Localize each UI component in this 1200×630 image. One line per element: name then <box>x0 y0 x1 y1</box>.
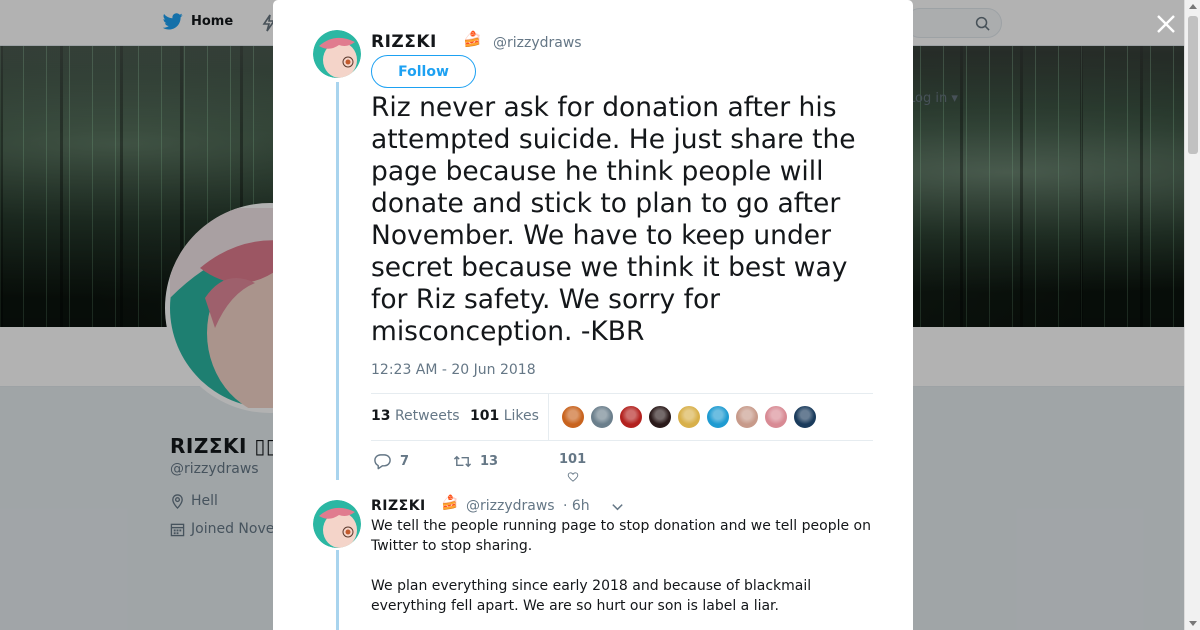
reply-author-name[interactable]: RIZΣKI <box>371 498 426 514</box>
heart-icon <box>567 472 578 482</box>
scroll-down-arrow-icon[interactable] <box>1189 621 1197 626</box>
tweet-timestamp[interactable]: 12:23 AM - 20 Jun 2018 <box>371 362 536 378</box>
thread-connector-line <box>336 82 339 480</box>
page-scrollbar[interactable] <box>1184 0 1200 630</box>
tweet-permalink-modal: RIZΣKI 🍰 @rizzydraws Follow Riz never as… <box>273 0 913 630</box>
likes-stat[interactable]: 101 Likes <box>470 408 539 424</box>
likes-count: 101 <box>470 408 500 424</box>
likes-label: Likes <box>503 408 539 424</box>
reply-count: 7 <box>400 454 410 469</box>
cake-emoji: 🍰 <box>441 495 459 511</box>
retweets-label: Retweets <box>394 408 460 424</box>
cake-emoji: 🍰 <box>463 30 482 48</box>
liker-avatar[interactable] <box>619 405 643 429</box>
reply-text: We tell the people running page to stop … <box>371 516 881 616</box>
scrollbar-thumb[interactable] <box>1188 16 1198 154</box>
retweets-count: 13 <box>371 408 391 424</box>
liker-avatar[interactable] <box>706 405 730 429</box>
retweet-icon <box>453 455 472 468</box>
like-button[interactable]: 101 <box>559 452 586 483</box>
close-modal-button[interactable] <box>1154 12 1178 36</box>
liker-avatar[interactable] <box>648 405 672 429</box>
stats-divider <box>548 394 549 440</box>
tweet-stats: 13 Retweets 101 Likes <box>371 393 873 441</box>
like-count: 101 <box>559 452 587 467</box>
reply-icon <box>374 454 391 470</box>
avatar-illustration <box>313 500 361 548</box>
close-icon <box>1157 15 1175 33</box>
follow-button[interactable]: Follow <box>371 55 476 88</box>
tweet-action-bar: 7 13 101 <box>371 452 873 482</box>
tweet-author-avatar[interactable] <box>313 30 361 78</box>
retweet-button[interactable]: 13 <box>453 452 498 471</box>
liker-avatar[interactable] <box>677 405 701 429</box>
reply-paragraph: We tell the people running page to stop … <box>371 518 871 554</box>
liker-avatar[interactable] <box>793 405 817 429</box>
tweet-author-handle[interactable]: @rizzydraws <box>493 35 582 51</box>
retweets-stat[interactable]: 13 Retweets <box>371 408 460 424</box>
reply-time[interactable]: · 6h <box>563 498 590 514</box>
reply-paragraph: We plan everything since early 2018 and … <box>371 578 812 614</box>
tweet-text: Riz never ask for donation after his att… <box>371 92 856 347</box>
tweet-author-name[interactable]: RIZΣKI <box>371 32 437 52</box>
avatar-illustration <box>313 30 361 78</box>
retweet-count: 13 <box>480 454 499 469</box>
liker-avatar[interactable] <box>764 405 788 429</box>
liker-avatar[interactable] <box>735 405 759 429</box>
thread-connector-line <box>336 550 339 630</box>
liker-avatar[interactable] <box>561 405 585 429</box>
reply-author-handle[interactable]: @rizzydraws <box>466 498 555 514</box>
liker-avatars <box>561 405 817 429</box>
reply-author-avatar[interactable] <box>313 500 361 548</box>
scroll-up-arrow-icon[interactable] <box>1189 4 1197 9</box>
reply-button[interactable]: 7 <box>373 452 409 471</box>
liker-avatar[interactable] <box>590 405 614 429</box>
chevron-down-icon[interactable] <box>610 499 625 514</box>
